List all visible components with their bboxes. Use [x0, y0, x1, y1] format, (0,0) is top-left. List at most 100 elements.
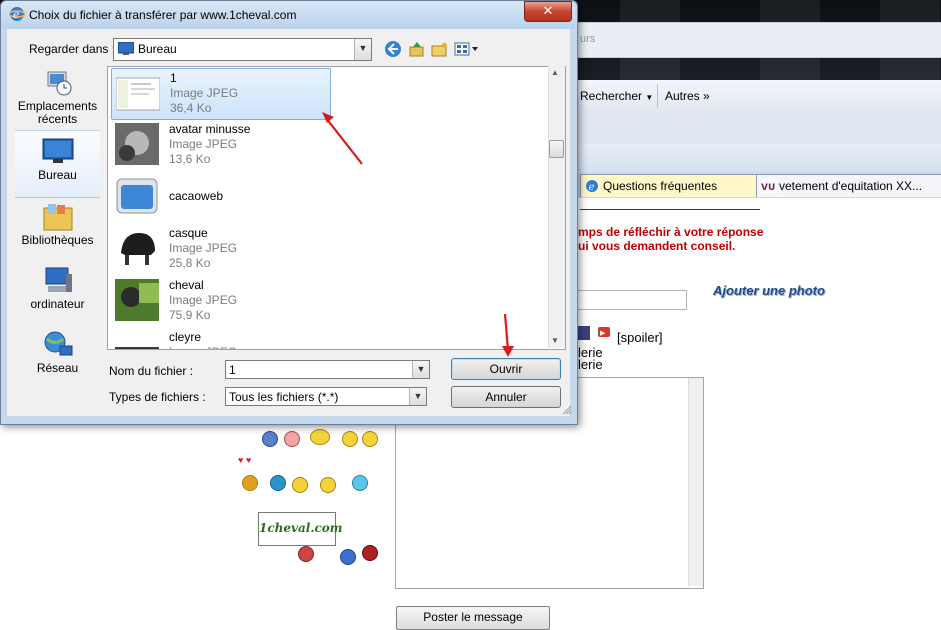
file-type: Image JPEG — [169, 137, 238, 151]
subject-input[interactable] — [577, 290, 687, 310]
file-name: 1 — [170, 71, 177, 85]
smiley-icon[interactable] — [242, 475, 258, 491]
place-label: Emplacements récents — [17, 99, 98, 126]
file-name: cacaoweb — [169, 189, 224, 203]
filetype-select[interactable]: Tous les fichiers (*.*) ▼ — [225, 387, 427, 406]
smiley-icon[interactable] — [310, 429, 330, 445]
svg-text:e: e — [589, 182, 595, 193]
smiley-icon[interactable] — [270, 475, 286, 491]
site-logo-text: 1cheval.com — [259, 521, 343, 535]
file-list-scrollbar[interactable] — [548, 66, 565, 348]
resize-grip-icon[interactable] — [562, 404, 572, 415]
tab-questions-frequentes[interactable]: e Questions fréquentes — [580, 174, 778, 197]
scroll-up-icon[interactable]: ▲ — [551, 68, 559, 77]
desktop-icon — [42, 138, 73, 163]
file-size: 75,9 Ko — [169, 308, 211, 322]
smiley-icon[interactable] — [320, 477, 336, 493]
places-divider — [15, 130, 100, 131]
list-item-file-4[interactable]: casque Image JPEG 25,8 Ko — [111, 224, 329, 274]
annotation-arrow-icon — [322, 112, 363, 165]
file-type: Image JPEG — [169, 241, 238, 255]
toolbar-search-label: Rechercher — [580, 89, 643, 103]
recent-places-icon — [47, 71, 71, 96]
toolbar-divider — [657, 84, 658, 108]
file-name: casque — [169, 226, 208, 240]
smiley-icon[interactable] — [352, 475, 368, 491]
libraries-icon — [43, 204, 72, 231]
list-item-file-3[interactable]: cacaoweb — [111, 172, 329, 222]
places-sidebar: Emplacements récents Bureau Bibliothèque… — [15, 66, 100, 400]
smiley-icon[interactable] — [362, 545, 378, 561]
place-network[interactable]: Réseau — [15, 330, 100, 375]
list-item-file-2[interactable]: avatar minusse Image JPEG 13,6 Ko — [111, 120, 329, 170]
textarea-scrollbar[interactable] — [688, 378, 703, 586]
desktop-icon — [118, 42, 134, 55]
spoiler-tag[interactable]: [spoiler] — [617, 330, 663, 345]
smiley-icon[interactable] — [262, 431, 278, 447]
gallery-link-2[interactable]: lerie — [578, 357, 603, 372]
filename-field[interactable]: 1 ▼ — [225, 360, 430, 379]
svg-text:e: e — [13, 8, 20, 21]
up-folder-icon[interactable] — [408, 40, 426, 58]
chevron-down-icon[interactable]: ▼ — [412, 361, 429, 378]
browser-favorites-bar — [578, 114, 941, 145]
list-item-file-5[interactable]: cheval Image JPEG 75,9 Ko — [111, 276, 329, 326]
place-recent[interactable]: Emplacements récents — [15, 68, 100, 126]
place-computer[interactable]: ordinateur — [15, 266, 100, 311]
youtube-icon[interactable]: ▶ — [598, 325, 610, 339]
hearts-icon: ♥ ♥ — [238, 455, 252, 465]
application-icon — [116, 178, 158, 214]
smiley-icon[interactable] — [362, 431, 378, 447]
place-label: Bureau — [38, 168, 77, 182]
look-in-label: Regarder dans : — [29, 42, 116, 56]
file-name: avatar minusse — [169, 122, 251, 136]
list-item-file-1[interactable]: 1 Image JPEG 36,4 Ko — [111, 68, 331, 120]
site-logo-box: 1cheval.com — [258, 512, 343, 546]
photo-thumbnail-icon — [115, 227, 159, 269]
document-thumbnail-icon — [116, 77, 160, 111]
browser-address-bar[interactable] — [578, 22, 941, 58]
smiley-icon[interactable] — [292, 477, 308, 493]
scrollbar-thumb[interactable] — [549, 140, 564, 158]
place-desktop[interactable]: Bureau — [15, 130, 100, 198]
place-label: Bibliothèques — [21, 233, 94, 247]
smiley-icon[interactable] — [284, 431, 300, 447]
chevron-down-icon[interactable]: ▼ — [354, 39, 371, 60]
cancel-button[interactable]: Annuler — [451, 386, 561, 408]
filetype-value: Tous les fichiers (*.*) — [229, 390, 339, 404]
svg-text:VU: VU — [761, 183, 775, 193]
ie-icon: e — [9, 7, 25, 21]
filetype-label: Types de fichiers : — [109, 390, 206, 404]
file-name: cheval — [169, 278, 204, 292]
computer-icon — [45, 267, 72, 292]
toolbar-more-button[interactable]: Autres » — [665, 89, 710, 103]
browser-address-text: urs — [580, 33, 596, 45]
editor-color-icon[interactable] — [578, 326, 590, 340]
post-message-button[interactable]: Poster le message — [396, 606, 550, 630]
back-icon[interactable] — [384, 40, 402, 58]
file-type: Image JPEG — [169, 345, 237, 349]
look-in-value: Bureau — [138, 42, 177, 56]
photo-thumbnail-icon — [115, 347, 159, 349]
close-button[interactable]: ✕ — [524, 1, 572, 22]
toolbar-more-label: Autres » — [665, 89, 710, 103]
browser-command-bar — [578, 144, 941, 172]
scroll-down-icon[interactable]: ▼ — [551, 336, 559, 345]
view-menu-icon[interactable] — [454, 40, 480, 58]
toolbar-search-button[interactable]: Rechercher ▼ — [580, 89, 653, 103]
chevron-down-icon[interactable]: ▼ — [409, 388, 426, 405]
new-folder-icon[interactable]: ✸ — [430, 40, 448, 58]
smiley-icon[interactable] — [298, 546, 314, 562]
tab-vetement[interactable]: VU vetement d'equitation XX... — [756, 174, 941, 197]
smiley-icon[interactable] — [342, 431, 358, 447]
svg-text:✸: ✸ — [441, 41, 448, 50]
smiley-icon[interactable] — [340, 549, 356, 565]
network-icon — [44, 331, 72, 356]
add-photo-link[interactable]: Ajouter une photo — [713, 283, 825, 298]
open-button[interactable]: Ouvrir — [451, 358, 561, 380]
site-favicon-icon: VU — [761, 179, 777, 193]
look-in-combo[interactable]: Bureau ▼ — [113, 38, 372, 61]
place-libraries[interactable]: Bibliothèques — [15, 202, 100, 247]
filename-value: 1 — [229, 363, 236, 377]
list-item-file-6[interactable]: cleyre Image JPEG — [111, 328, 329, 349]
